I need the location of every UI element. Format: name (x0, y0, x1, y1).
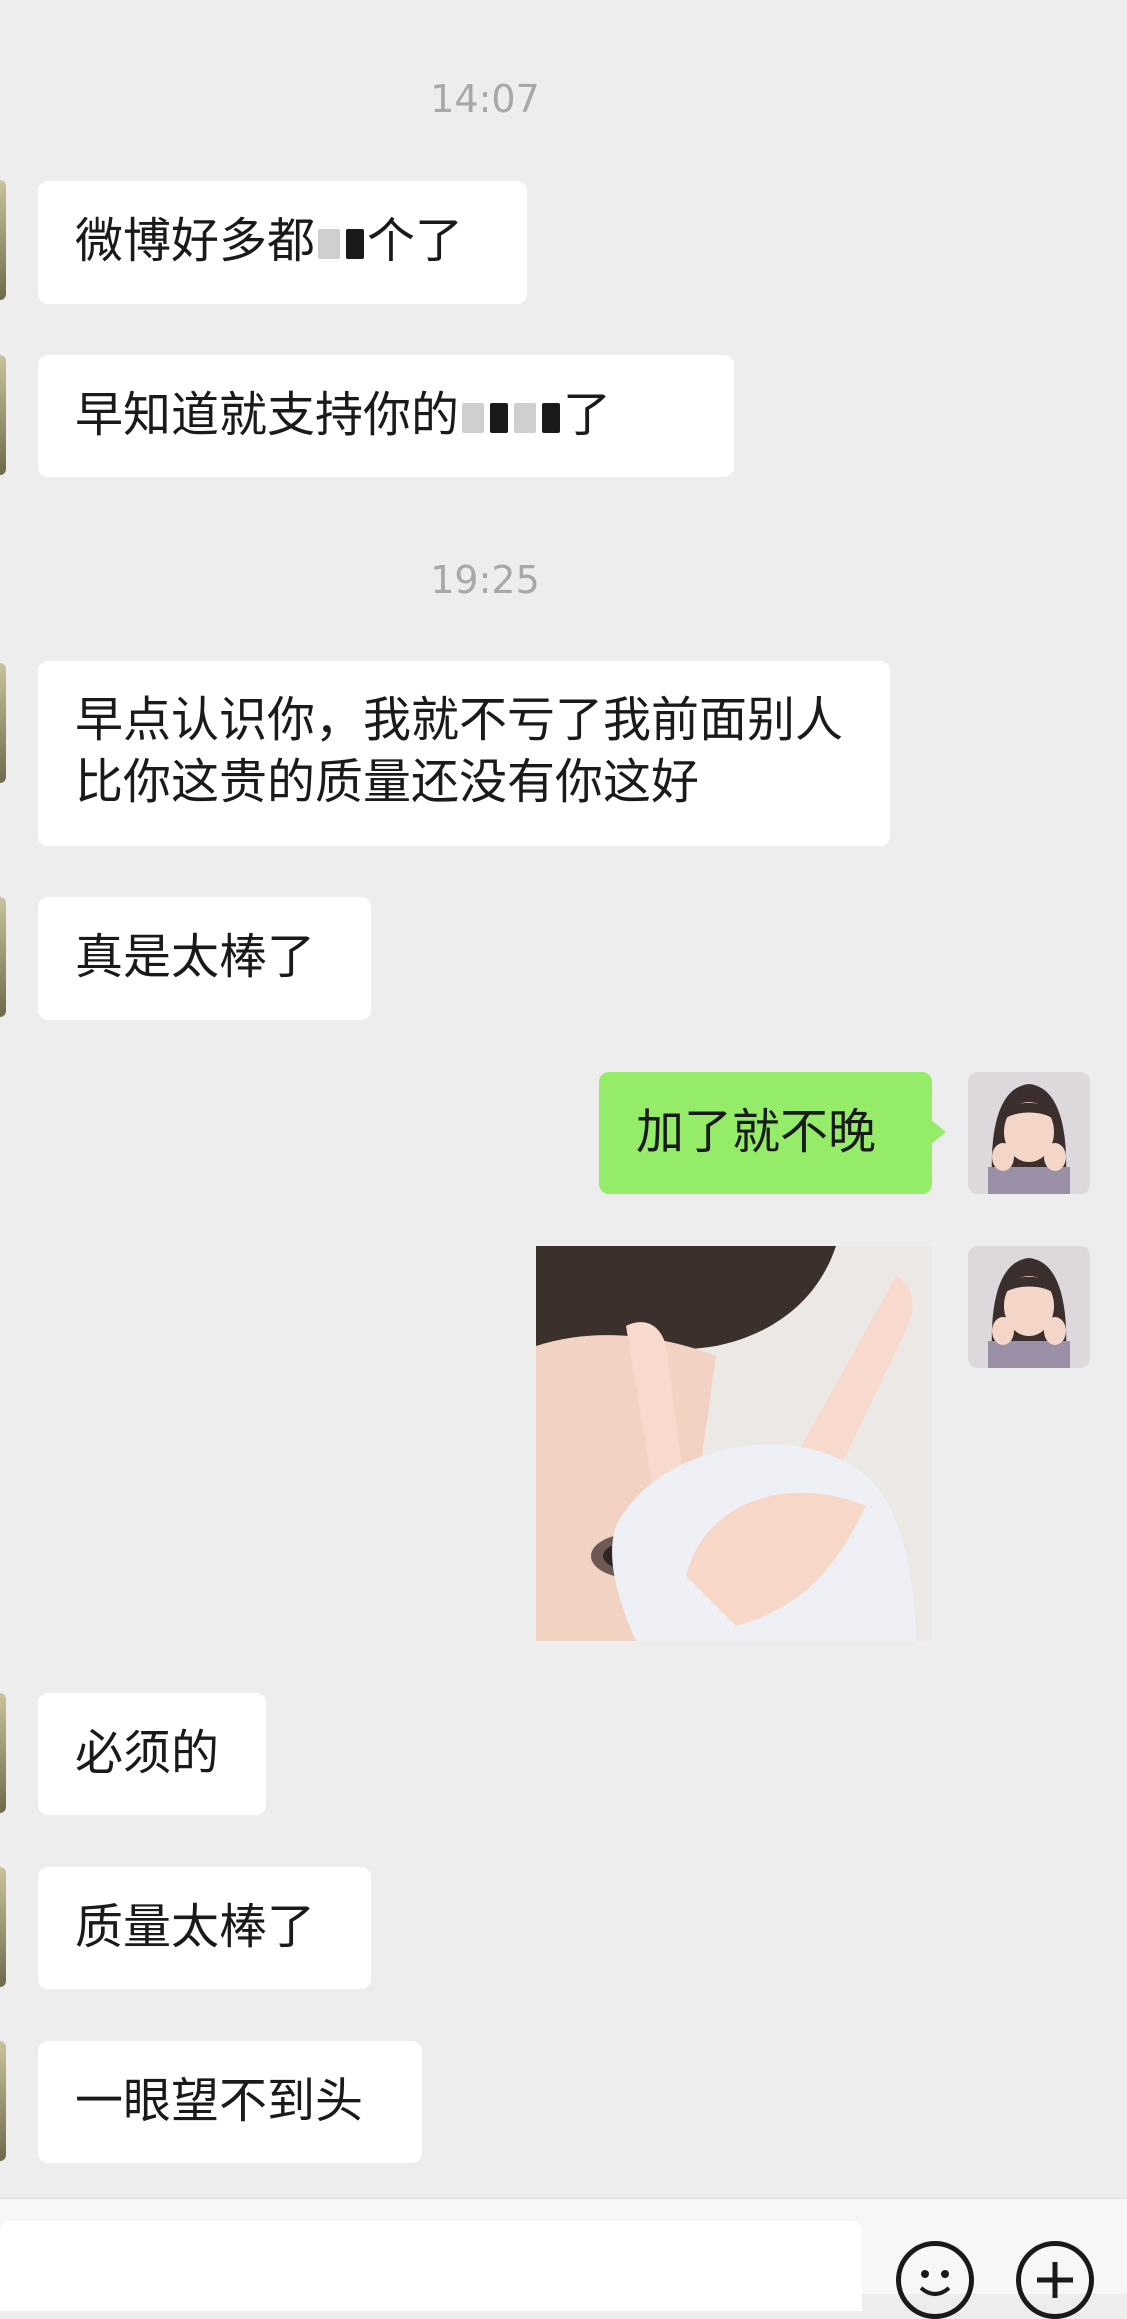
message-bubble-incoming[interactable]: 质量太棒了 (38, 1867, 371, 1989)
message-bubble-incoming[interactable]: 微博好多都 个了 (38, 181, 527, 304)
message-text: 早知道就支持你的 (75, 387, 460, 443)
message-bubble-outgoing[interactable]: 加了就不晚 (599, 1072, 946, 1194)
redaction-mark (490, 403, 509, 433)
timestamp: 19:25 (430, 558, 540, 602)
peer-avatar[interactable] (0, 2041, 6, 2161)
message-text: 一眼望不到头 (75, 2073, 364, 2129)
image-message[interactable] (536, 1246, 932, 1641)
peer-avatar[interactable] (0, 897, 6, 1017)
peer-avatar[interactable] (0, 1867, 6, 1987)
message-bubble-incoming[interactable]: 真是太棒了 (38, 897, 371, 1020)
message-text: 早点认识你，我就不亏了我前面别人比你这贵的质量还没有你这好 (75, 692, 844, 810)
redaction-mark (542, 403, 561, 433)
peer-avatar[interactable] (0, 180, 6, 300)
user-avatar[interactable] (968, 1072, 1090, 1194)
redaction-mark (318, 229, 341, 259)
message-bubble-incoming[interactable]: 一眼望不到头 (38, 2041, 422, 2163)
message-text: 微博好多都 (75, 213, 316, 269)
message-bubble-incoming[interactable]: 必须的 (38, 1693, 266, 1815)
message-text: 质量太棒了 (75, 1899, 316, 1955)
redaction-mark (346, 229, 365, 259)
user-avatar[interactable] (968, 1246, 1090, 1368)
message-text: 了 (563, 387, 612, 443)
input-bar (0, 2198, 1127, 2319)
redaction-mark (514, 403, 537, 433)
message-text: 真是太棒了 (75, 929, 316, 985)
message-bubble-incoming[interactable]: 早知道就支持你的 了 (38, 355, 734, 477)
message-text: 加了就不晚 (636, 1104, 877, 1160)
timestamp: 14:07 (430, 77, 540, 121)
message-input[interactable] (0, 2221, 862, 2311)
message-text: 个了 (367, 213, 464, 269)
plus-icon[interactable] (1016, 2241, 1094, 2319)
peer-avatar[interactable] (0, 663, 6, 783)
message-bubble-incoming[interactable]: 早点认识你，我就不亏了我前面别人比你这贵的质量还没有你这好 (38, 661, 890, 846)
emoji-icon[interactable] (896, 2241, 974, 2319)
peer-avatar[interactable] (0, 355, 6, 475)
redaction-mark (462, 403, 485, 433)
message-text: 必须的 (75, 1725, 220, 1781)
peer-avatar[interactable] (0, 1693, 6, 1813)
